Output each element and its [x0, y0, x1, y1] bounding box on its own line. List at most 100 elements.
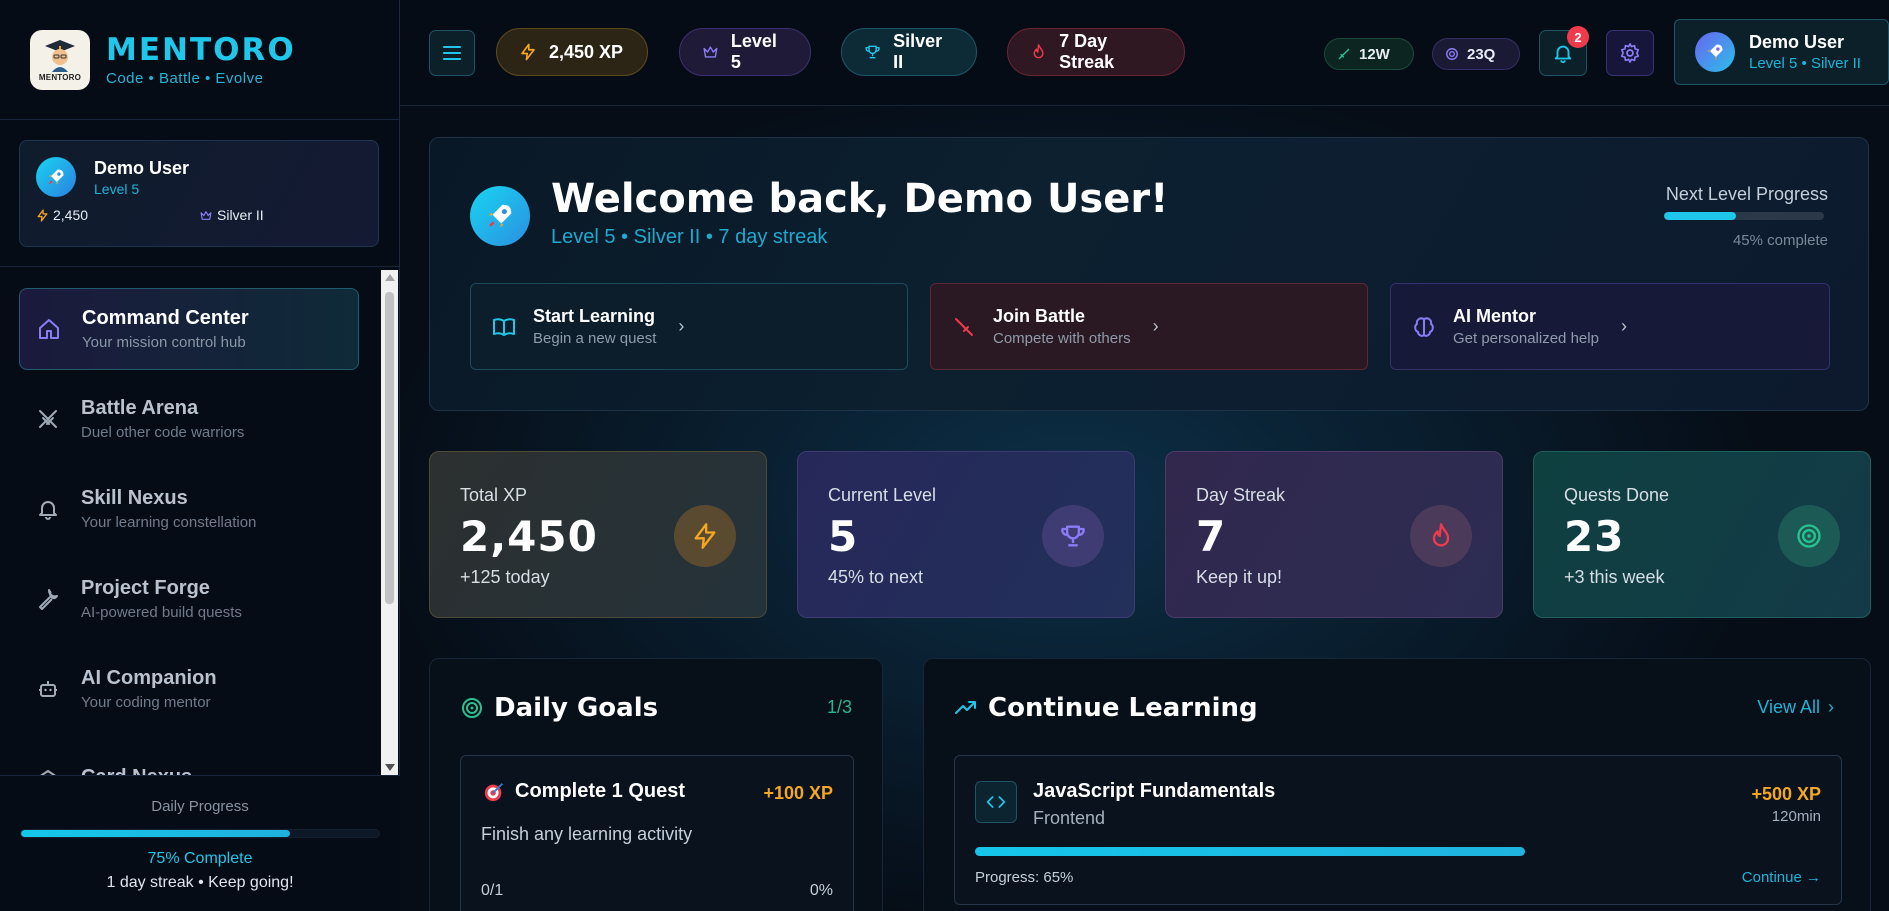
sidebar-scrollbar[interactable] [381, 270, 398, 775]
nav-subtitle: Your learning constellation [81, 514, 257, 531]
daily-progress-fill [21, 830, 290, 837]
nav-title: Skill Nexus [81, 487, 188, 509]
brand-tagline: Code • Battle • Evolve [106, 70, 264, 87]
stat-card-day-streak[interactable]: Day Streak 7 Keep it up! [1165, 451, 1503, 618]
nav-title: Battle Arena [81, 397, 199, 419]
app-root: MENTORO MENTORO Code • Battle • Evolve D… [0, 0, 1889, 911]
target-icon [462, 698, 482, 718]
next-level-label: Next Level Progress [1665, 184, 1828, 204]
view-all-link[interactable]: View All › [1757, 697, 1834, 718]
daily-goals-panel: Daily Goals 1/3 Complete 1 Quest +100 XP… [429, 658, 883, 911]
welcome-title: Welcome back, Demo User! [551, 176, 1169, 222]
next-level-fill [1664, 212, 1736, 220]
nav-subtitle: AI-powered build quests [81, 604, 242, 621]
brand-text: MENTORO Code • Battle • Evolve [106, 32, 296, 87]
join-battle-button[interactable]: Join Battle Compete with others › [930, 283, 1368, 370]
sidebar-user-level: Level 5 [94, 180, 140, 197]
crown-icon [703, 46, 718, 58]
action-title: AI Mentor [1453, 306, 1536, 326]
nav-title: Project Forge [81, 577, 210, 599]
course-title: JavaScript Fundamentals [1033, 780, 1276, 802]
brand-logo[interactable]: MENTORO [30, 29, 90, 90]
sidebar-user-card[interactable]: Demo User Level 5 2,450 Silver II [19, 140, 379, 247]
sidebar-item-ai-companion[interactable]: AI Companion Your coding mentor [19, 648, 359, 730]
sidebar-user-name: Demo User [94, 157, 190, 178]
avatar [1695, 32, 1735, 72]
continue-button[interactable]: Continue → [1742, 869, 1821, 886]
xp-pill[interactable]: 2,450 XP [496, 28, 648, 76]
wins-pill[interactable]: 12W [1324, 38, 1414, 70]
streak-value: 7 Day Streak [1059, 31, 1115, 72]
goal-card[interactable]: Complete 1 Quest +100 XP Finish any lear… [460, 755, 854, 911]
scroll-down-icon[interactable] [385, 764, 395, 771]
stat-label: Current Level [828, 485, 937, 505]
rank-value: Silver II [893, 31, 943, 72]
sidebar-item-project-forge[interactable]: Project Forge AI-powered build quests [19, 558, 359, 640]
profile-button[interactable]: Demo User Level 5 • Silver II [1674, 19, 1889, 85]
cards-icon [35, 766, 61, 775]
flame-icon [1410, 505, 1472, 567]
brand-name: MENTORO [106, 32, 296, 68]
stat-subtitle: +125 today [460, 567, 550, 587]
stat-card-quests-done[interactable]: Quests Done 23 +3 this week [1533, 451, 1871, 618]
scroll-up-icon[interactable] [385, 274, 395, 281]
stat-card-current-level[interactable]: Current Level 5 45% to next [797, 451, 1135, 618]
course-category: Frontend [1033, 808, 1106, 828]
goal-progress: 0/1 [481, 882, 504, 899]
course-duration: 120min [1771, 808, 1821, 825]
sword-icon [951, 314, 977, 340]
daily-progress: Daily Progress 75% Complete 1 day streak… [0, 775, 400, 911]
nav-subtitle: Your coding mentor [81, 694, 211, 711]
scroll-thumb[interactable] [385, 292, 394, 604]
gear-icon [1620, 43, 1640, 63]
stat-subtitle: Keep it up! [1196, 567, 1283, 587]
action-title: Join Battle [993, 306, 1086, 326]
level-pill[interactable]: Level 5 [679, 28, 811, 76]
stat-label: Quests Done [1564, 485, 1670, 505]
start-learning-button[interactable]: Start Learning Begin a new quest › [470, 283, 908, 370]
brand: MENTORO MENTORO Code • Battle • Evolve [0, 0, 399, 120]
daily-goals-count: 1/3 [826, 697, 852, 717]
nav-title: Card Nexus [81, 766, 192, 776]
chevron-right-icon: › [1620, 316, 1627, 336]
rocket-icon [48, 169, 64, 185]
lightning-icon [674, 505, 736, 567]
continue-learning-title: Continue Learning [988, 693, 1258, 723]
dart-target-icon [484, 782, 503, 801]
wins-value: 12W [1359, 45, 1390, 63]
sidebar-item-skill-nexus[interactable]: Skill Nexus Your learning constellation [19, 468, 359, 550]
avatar [470, 186, 530, 246]
course-card[interactable]: JavaScript Fundamentals Frontend +500 XP… [954, 755, 1842, 905]
target-icon [1778, 505, 1840, 567]
rocket-icon [488, 204, 512, 228]
brain-icon [1411, 314, 1437, 340]
menu-button[interactable] [429, 30, 475, 76]
action-subtitle: Begin a new quest [533, 330, 657, 347]
sidebar-item-card-nexus[interactable]: Card Nexus [19, 738, 359, 775]
avatar [36, 157, 76, 197]
rank-pill[interactable]: Silver II [841, 28, 977, 76]
quests-value: 23Q [1467, 45, 1496, 63]
bell-icon [35, 496, 61, 522]
ai-mentor-button[interactable]: AI Mentor Get personalized help › [1390, 283, 1830, 370]
logo-text: MENTORO [38, 72, 82, 82]
sidebar-item-battle-arena[interactable]: Battle Arena Duel other code warriors [19, 378, 359, 460]
quests-pill[interactable]: 23Q [1432, 38, 1520, 70]
welcome-subtitle: Level 5 • Silver II • 7 day streak [551, 226, 828, 248]
sidebar-item-command-center[interactable]: Command Center Your mission control hub [19, 288, 359, 370]
settings-button[interactable] [1606, 30, 1654, 76]
nav-title: Command Center [82, 307, 249, 329]
rocket-icon [1707, 44, 1723, 60]
nav-subtitle: Duel other code warriors [81, 424, 245, 441]
code-icon [975, 781, 1017, 823]
streak-pill[interactable]: 7 Day Streak [1007, 28, 1185, 76]
book-icon [491, 314, 517, 340]
stat-label: Total XP [460, 485, 528, 505]
action-title: Start Learning [533, 306, 656, 326]
daily-progress-bar [20, 829, 380, 838]
course-progress-bar [975, 847, 1821, 856]
mascot-icon [45, 39, 75, 72]
stat-card-total-xp[interactable]: Total XP 2,450 +125 today [429, 451, 767, 618]
sidebar: MENTORO MENTORO Code • Battle • Evolve D… [0, 0, 400, 911]
view-all-label: View All [1757, 697, 1820, 717]
